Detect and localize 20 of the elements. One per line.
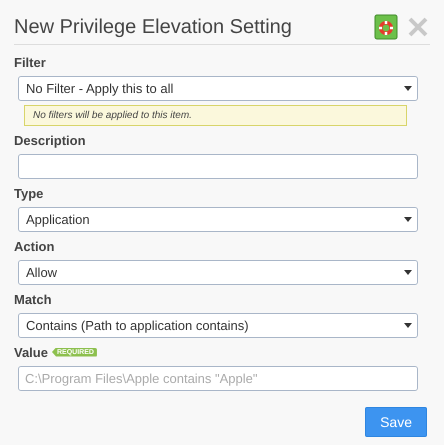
dropdown-arrow-icon (403, 270, 413, 276)
close-icon[interactable] (408, 17, 428, 37)
dropdown-arrow-icon (403, 86, 413, 92)
filter-note: No filters will be applied to this item. (24, 105, 407, 126)
field-label: Type (14, 186, 44, 200)
field-label: Filter (14, 54, 46, 70)
dropdown[interactable]: Application (18, 207, 418, 232)
dialog-title: New Privilege Elevation Setting (14, 16, 293, 38)
dropdown[interactable]: Allow (18, 260, 418, 285)
dropdown[interactable]: No Filter - Apply this to all (18, 76, 418, 101)
field-label: Action (14, 238, 54, 254)
field-label: Value (14, 344, 48, 360)
lifebuoy-book-icon[interactable] (374, 14, 398, 40)
field-label: Description (14, 132, 86, 148)
input-field[interactable]: C:\Program Files\Apple contains "Apple" (18, 366, 418, 391)
dropdown[interactable]: Contains (Path to application contains) (18, 313, 418, 338)
input-field[interactable] (18, 154, 418, 179)
dropdown-arrow-icon (403, 216, 413, 222)
dropdown-arrow-icon (403, 322, 413, 328)
field-label: Match (14, 292, 52, 306)
